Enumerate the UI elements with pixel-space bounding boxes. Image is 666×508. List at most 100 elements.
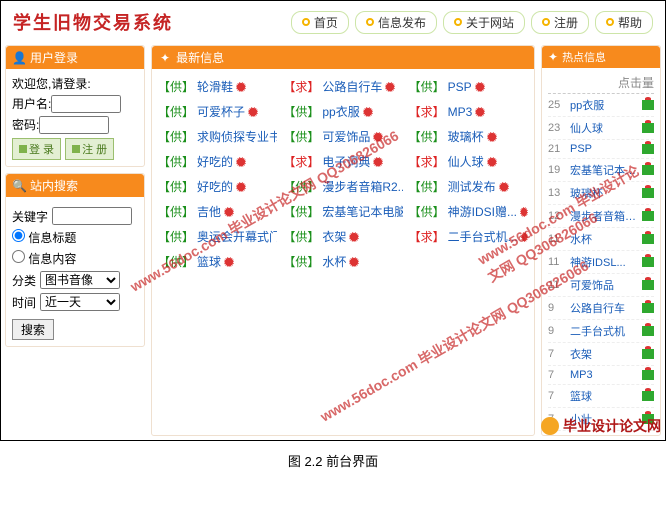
- new-icon: [236, 157, 246, 167]
- nav-帮助[interactable]: 帮助: [595, 11, 653, 34]
- username-label: 用户名:: [12, 97, 51, 111]
- hot-item[interactable]: 21PSP: [548, 140, 654, 159]
- hot-item[interactable]: 25pp衣服: [548, 94, 654, 117]
- list-item[interactable]: 【供】PSP: [409, 75, 528, 98]
- hot-item[interactable]: 12漫步者音箱R...: [548, 205, 654, 228]
- bullet-icon: [454, 18, 462, 26]
- radio-title[interactable]: 信息标题: [12, 231, 76, 245]
- gift-icon: [642, 280, 654, 290]
- search-icon: 🔍: [12, 179, 26, 193]
- list-item[interactable]: 【供】漫步者音箱R2...: [283, 175, 402, 198]
- time-select[interactable]: 近一天: [40, 293, 120, 311]
- search-button[interactable]: 搜索: [12, 319, 54, 340]
- list-item[interactable]: 【供】水杯: [283, 250, 402, 273]
- search-panel: 🔍站内搜索 关键字 信息标题 信息内容 分类图书音像 时间近一天 搜索: [5, 173, 145, 347]
- new-icon: [349, 257, 359, 267]
- bullet-icon: [366, 18, 374, 26]
- hot-list: 25pp衣服23仙人球21PSP19宏基笔记本电...13玻璃杯12漫步者音箱R…: [548, 94, 654, 431]
- gift-icon: [642, 349, 654, 359]
- hot-item[interactable]: 9二手台式机: [548, 320, 654, 343]
- gift-icon: [642, 257, 654, 267]
- gift-icon: [642, 144, 654, 154]
- list-item[interactable]: 【求】电子词典: [283, 150, 402, 173]
- gift-icon: [642, 326, 654, 336]
- new-icon: [475, 107, 485, 117]
- hot-item[interactable]: 9公路自行车: [548, 297, 654, 320]
- gift-icon: [642, 211, 654, 221]
- star-icon: ✦: [160, 51, 170, 65]
- list-item[interactable]: 【供】好吃的: [158, 150, 277, 173]
- figure-caption: 图 2.2 前台界面: [0, 441, 666, 480]
- new-icon: [373, 132, 383, 142]
- keyword-label: 关键字: [12, 208, 48, 225]
- keyword-input[interactable]: [52, 207, 132, 225]
- hot-item[interactable]: 11水杯: [548, 228, 654, 251]
- new-icon: [224, 257, 234, 267]
- bullet-icon: [302, 18, 310, 26]
- radio-content[interactable]: 信息内容: [12, 252, 76, 266]
- password-label: 密码:: [12, 118, 39, 132]
- hot-item[interactable]: 7篮球: [548, 385, 654, 408]
- nav-注册[interactable]: 注册: [531, 11, 589, 34]
- list-item[interactable]: 【求】仙人球: [409, 150, 528, 173]
- top-nav: 首页信息发布关于网站注册帮助: [291, 11, 653, 34]
- gift-icon: [642, 100, 654, 110]
- new-icon: [248, 107, 258, 117]
- hot-title: 热点信息: [562, 49, 606, 65]
- user-icon: 👤: [12, 51, 26, 65]
- list-item[interactable]: 【求】二手台式机...: [409, 225, 528, 248]
- list-item[interactable]: 【供】测试发布: [409, 175, 528, 198]
- gift-icon: [642, 234, 654, 244]
- login-panel: 👤用户登录 欢迎您,请登录: 用户名: 密码: 登 录 注 册: [5, 45, 145, 167]
- new-icon: [385, 82, 395, 92]
- hot-item[interactable]: 11可爱饰品: [548, 274, 654, 297]
- gift-icon: [642, 123, 654, 133]
- password-input[interactable]: [39, 116, 109, 134]
- list-item[interactable]: 【供】轮滑鞋: [158, 75, 277, 98]
- category-select[interactable]: 图书音像: [40, 271, 120, 289]
- list-item[interactable]: 【供】神游IDSI赠...: [409, 200, 528, 223]
- list-item[interactable]: 【供】奥运会开幕式门...: [158, 225, 277, 248]
- login-button[interactable]: 登 录: [12, 138, 61, 160]
- list-item[interactable]: 【供】求购侦探专业书: [158, 125, 277, 148]
- list-item[interactable]: 【供】篮球: [158, 250, 277, 273]
- list-item[interactable]: 【供】pp衣服: [283, 100, 402, 123]
- username-input[interactable]: [51, 95, 121, 113]
- hot-item[interactable]: 13玻璃杯: [548, 182, 654, 205]
- hot-item[interactable]: 19宏基笔记本电...: [548, 159, 654, 182]
- nav-关于网站[interactable]: 关于网站: [443, 11, 525, 34]
- bullet-icon: [606, 18, 614, 26]
- new-icon: [520, 207, 528, 217]
- new-icon: [236, 182, 246, 192]
- nav-信息发布[interactable]: 信息发布: [355, 11, 437, 34]
- gift-icon: [642, 165, 654, 175]
- list-item[interactable]: 【供】玻璃杯: [409, 125, 528, 148]
- hot-heading: 点击量: [548, 72, 654, 94]
- list-item[interactable]: 【供】衣架: [283, 225, 402, 248]
- list-item[interactable]: 【供】好吃的: [158, 175, 277, 198]
- list-item[interactable]: 【供】可爱杯子: [158, 100, 277, 123]
- login-title: 用户登录: [30, 49, 78, 66]
- gift-icon: [642, 303, 654, 313]
- gift-icon: [642, 391, 654, 401]
- new-icon: [224, 207, 234, 217]
- hot-item[interactable]: 7MP3: [548, 366, 654, 385]
- hot-item[interactable]: 11神游IDSL...: [548, 251, 654, 274]
- new-icon: [499, 182, 509, 192]
- time-label: 时间: [12, 294, 36, 311]
- list-item[interactable]: 【供】可爱饰品: [283, 125, 402, 148]
- register-button[interactable]: 注 册: [65, 138, 114, 160]
- list-item[interactable]: 【供】吉他: [158, 200, 277, 223]
- new-icon: [363, 107, 373, 117]
- footer-logo: 毕业设计论文网: [541, 416, 661, 436]
- list-item[interactable]: 【求】公路自行车: [283, 75, 402, 98]
- hot-item[interactable]: 23仙人球: [548, 117, 654, 140]
- new-icon: [487, 132, 497, 142]
- latest-list: 【供】轮滑鞋【求】公路自行车【供】PSP 【供】可爱杯子【供】pp衣服【求】MP3…: [152, 69, 534, 279]
- gift-icon: [642, 188, 654, 198]
- list-item[interactable]: 【求】MP3: [409, 100, 528, 123]
- nav-首页[interactable]: 首页: [291, 11, 349, 34]
- hot-item[interactable]: 7衣架: [548, 343, 654, 366]
- latest-title: 最新信息: [176, 49, 224, 66]
- list-item[interactable]: 【供】宏基笔记本电脑: [283, 200, 402, 223]
